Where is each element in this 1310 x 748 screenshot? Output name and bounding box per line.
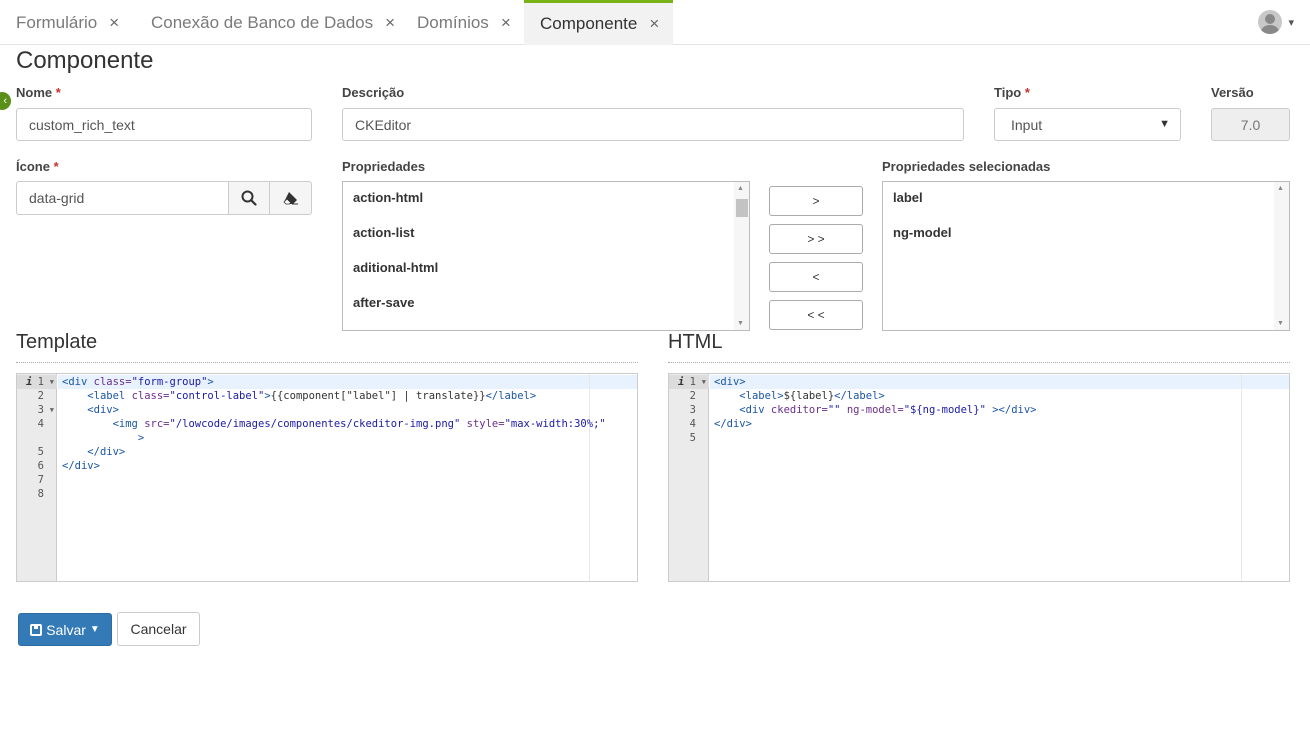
code-line: <div ckeditor="" ng-model="${ng-model}" … bbox=[739, 404, 1037, 416]
versao-label: Versão bbox=[1211, 85, 1254, 100]
move-left-button[interactable]: < bbox=[769, 262, 863, 292]
code-line: > bbox=[137, 432, 145, 444]
search-button[interactable] bbox=[228, 181, 270, 215]
tipo-select[interactable]: Input ▼ bbox=[994, 108, 1181, 141]
tab-label: Conexão de Banco de Dados bbox=[151, 12, 374, 32]
scroll-down-icon[interactable]: ▼ bbox=[1277, 320, 1284, 327]
list-item[interactable]: action-html bbox=[343, 183, 749, 218]
list-item[interactable]: ng-model bbox=[883, 218, 1289, 253]
fold-icon: ▼ bbox=[49, 406, 54, 414]
fold-icon: ▼ bbox=[49, 378, 54, 386]
tab-label: Domínios bbox=[417, 12, 489, 32]
propriedades-selecionadas-list[interactable]: label ng-model ▲ ▼ bbox=[882, 181, 1290, 331]
page-title: Componente bbox=[16, 47, 154, 74]
chevron-down-icon: ▾ bbox=[1288, 16, 1294, 29]
user-menu[interactable]: ▾ bbox=[1258, 10, 1294, 34]
code-line: <div> bbox=[714, 376, 746, 388]
tab-componente[interactable]: Componente × bbox=[524, 0, 673, 45]
line-number: 4 bbox=[689, 418, 696, 430]
line-number: i 1 ▼ bbox=[17, 375, 57, 389]
close-icon[interactable]: × bbox=[501, 13, 511, 33]
descricao-label: Descrição bbox=[342, 85, 405, 100]
line-number: 2 bbox=[37, 390, 44, 402]
line-number: 2 bbox=[689, 390, 696, 402]
eraser-icon bbox=[282, 192, 298, 205]
list-item[interactable]: label bbox=[883, 183, 1289, 218]
code-line: <img src="/lowcode/images/componentes/ck… bbox=[112, 418, 606, 430]
code-line: </div> bbox=[714, 418, 752, 430]
user-avatar-icon bbox=[1258, 10, 1283, 34]
line-number: 3 ▼ bbox=[37, 404, 54, 416]
line-number: 5 bbox=[37, 446, 44, 458]
fold-icon: ▼ bbox=[701, 378, 706, 386]
tab-label: Componente bbox=[540, 14, 638, 33]
code-line: </div> bbox=[62, 460, 100, 472]
close-icon[interactable]: × bbox=[109, 13, 119, 33]
list-item[interactable]: action-list bbox=[343, 218, 749, 253]
divider bbox=[668, 362, 1290, 363]
scrollbar-thumb[interactable] bbox=[736, 199, 748, 217]
scroll-down-icon[interactable]: ▼ bbox=[737, 320, 744, 327]
list-item[interactable]: after-save bbox=[343, 288, 749, 323]
html-code-editor[interactable]: i 1 ▼ 2 3 4 5 <div> <label>${label}</label… bbox=[668, 373, 1290, 582]
editor-gutter: i 1 ▼ 2 3 ▼ 4 5 6 7 8 bbox=[17, 374, 57, 581]
code-line: <div> bbox=[87, 404, 119, 416]
editor-gutter: i 1 ▼ 2 3 4 5 bbox=[669, 374, 709, 581]
code-area[interactable]: <div> <label>${label}</label> <div ckedi… bbox=[710, 374, 1289, 581]
template-title: Template bbox=[16, 331, 98, 353]
code-line: <div class="form-group"> bbox=[62, 376, 214, 388]
icone-label: Ícone * bbox=[16, 159, 59, 174]
search-icon bbox=[241, 190, 257, 206]
line-number: 8 bbox=[37, 488, 44, 500]
info-icon: i bbox=[678, 376, 685, 388]
line-number: 7 bbox=[37, 474, 44, 486]
clear-button[interactable] bbox=[269, 181, 312, 215]
tab-conexao-banco-dados[interactable]: Conexão de Banco de Dados × bbox=[135, 0, 411, 45]
info-icon: i bbox=[26, 376, 33, 388]
save-label: Salvar bbox=[46, 621, 86, 638]
propriedades-selecionadas-label: Propriedades selecionadas bbox=[882, 159, 1051, 174]
list-item[interactable]: aditional-html bbox=[343, 253, 749, 288]
scroll-up-icon[interactable]: ▲ bbox=[1277, 185, 1284, 192]
close-icon[interactable]: × bbox=[649, 14, 659, 34]
tab-dominios[interactable]: Domínios × bbox=[401, 0, 527, 45]
icone-input[interactable]: data-grid bbox=[16, 181, 229, 215]
descricao-input[interactable]: CKEditor bbox=[342, 108, 964, 141]
tab-label: Formulário bbox=[16, 12, 98, 32]
tipo-selected-value: Input bbox=[1011, 116, 1043, 133]
scrollbar[interactable]: ▲ ▼ bbox=[1274, 182, 1289, 330]
line-number: 6 bbox=[37, 460, 44, 472]
line-number: 5 bbox=[689, 432, 696, 444]
nome-label: Nome * bbox=[16, 85, 61, 100]
move-right-button[interactable]: > bbox=[769, 186, 863, 216]
propriedades-label: Propriedades bbox=[342, 159, 426, 174]
move-all-left-button[interactable]: < < bbox=[769, 300, 863, 330]
tab-bar: Formulário × Conexão de Banco de Dados ×… bbox=[0, 0, 1310, 45]
divider bbox=[16, 362, 638, 363]
line-number: i 1 ▼ bbox=[669, 375, 709, 389]
save-button[interactable]: Salvar ▼ bbox=[18, 613, 112, 646]
chevron-down-icon: ▼ bbox=[1159, 118, 1170, 130]
versao-input: 7.0 bbox=[1211, 108, 1290, 141]
save-icon bbox=[30, 623, 43, 636]
close-icon[interactable]: × bbox=[385, 13, 395, 33]
scrollbar[interactable]: ▲ ▼ bbox=[734, 182, 749, 330]
line-number: 3 bbox=[689, 404, 696, 416]
cancel-button[interactable]: Cancelar bbox=[117, 612, 200, 646]
line-number: 4 bbox=[37, 418, 44, 430]
code-line: </div> bbox=[87, 446, 126, 458]
propriedades-list[interactable]: action-html action-list aditional-html a… bbox=[342, 181, 750, 331]
tab-formulario[interactable]: Formulário × bbox=[0, 0, 135, 45]
move-all-right-button[interactable]: > > bbox=[769, 224, 863, 254]
scroll-up-icon[interactable]: ▲ bbox=[737, 185, 744, 192]
code-line: <label class="control-label">{{component… bbox=[87, 390, 537, 402]
code-line: <label>${label}</label> bbox=[739, 390, 885, 402]
html-title: HTML bbox=[668, 331, 723, 353]
template-code-editor[interactable]: i 1 ▼ 2 3 ▼ 4 5 6 7 8 <div class="form-grou… bbox=[16, 373, 638, 582]
tipo-label: Tipo * bbox=[994, 85, 1030, 100]
code-area[interactable]: <div class="form-group"> <label class="c… bbox=[58, 374, 637, 581]
caret-down-icon: ▼ bbox=[89, 624, 100, 635]
sidebar-toggle-icon[interactable]: ‹ bbox=[0, 92, 11, 110]
nome-input[interactable]: custom_rich_text bbox=[16, 108, 312, 141]
